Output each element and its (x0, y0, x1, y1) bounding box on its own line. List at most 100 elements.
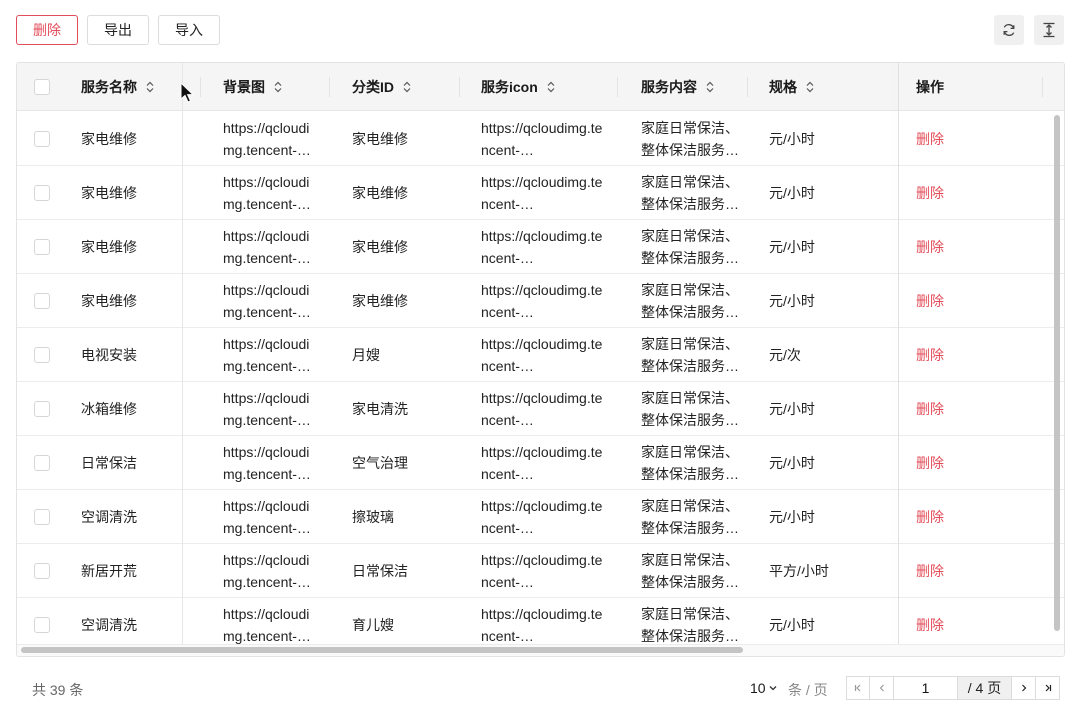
cell-line: https://qcloudi (223, 606, 310, 622)
row-checkbox[interactable] (34, 239, 50, 255)
cell-name: 家电维修 (81, 293, 137, 309)
cell-content: 家庭日常保洁、 整体保洁服务… (641, 436, 739, 490)
row-delete-link[interactable]: 删除 (916, 614, 944, 636)
cell-line: 家庭日常保洁、 (641, 444, 739, 460)
cell-line: mg.tencent-… (223, 304, 311, 320)
cell-line: https://qcloudimg.te (481, 498, 603, 514)
table-row[interactable]: 冰箱维修 https://qcloudi mg.tencent-… 家电清洗 https… (17, 382, 1064, 436)
cell-line: ncent-… (481, 142, 534, 158)
row-delete-link[interactable]: 删除 (916, 182, 944, 204)
row-delete-link[interactable]: 删除 (916, 560, 944, 582)
cell-op: 删除 (916, 436, 944, 490)
delete-button[interactable]: 删除 (16, 15, 78, 45)
refresh-icon (1003, 24, 1015, 36)
column-header-icon[interactable]: 服务icon (481, 63, 556, 111)
table-row[interactable]: 日常保洁 https://qcloudi mg.tencent-… 空气治理 https… (17, 436, 1064, 490)
row-checkbox[interactable] (34, 617, 50, 633)
cell-content: 家庭日常保洁、 整体保洁服务… (641, 112, 739, 166)
row-delete-link[interactable]: 删除 (916, 128, 944, 150)
table-row[interactable]: 家电维修 https://qcloudi mg.tencent-… 家电维修 https… (17, 166, 1064, 220)
density-button[interactable] (1034, 15, 1064, 45)
row-checkbox[interactable] (34, 401, 50, 417)
cell-line: https://qcloudimg.te (481, 606, 603, 622)
last-page-button[interactable] (1036, 676, 1060, 700)
cell-name: 家电维修 (81, 239, 137, 255)
row-checkbox[interactable] (34, 509, 50, 525)
cell-line: mg.tencent-… (223, 142, 311, 158)
sort-toggle[interactable] (805, 81, 815, 93)
column-header-content[interactable]: 服务内容 (641, 63, 715, 111)
horizontal-scrollbar-track (17, 644, 1064, 656)
header-separator (747, 77, 748, 97)
cell-line: https://qcloudimg.te (481, 390, 603, 406)
cell-line: 整体保洁服务… (641, 574, 739, 590)
cell-line: mg.tencent-… (223, 250, 311, 266)
horizontal-scrollbar[interactable] (21, 647, 743, 653)
cell-line: 整体保洁服务… (641, 196, 739, 212)
row-delete-link[interactable]: 删除 (916, 236, 944, 258)
cell-line: 整体保洁服务… (641, 520, 739, 536)
export-button[interactable]: 导出 (87, 15, 149, 45)
row-delete-link[interactable]: 删除 (916, 344, 944, 366)
service-table: 服务名称 背景图 分类ID 服务icon 服务内容 规格 操作 家电维修 https://qc… (16, 62, 1065, 657)
import-button[interactable]: 导入 (158, 15, 220, 45)
row-delete-link[interactable]: 删除 (916, 506, 944, 528)
column-header-label: 背景图 (223, 79, 265, 95)
row-delete-link[interactable]: 删除 (916, 398, 944, 420)
cell-line: https://qcloudimg.te (481, 444, 603, 460)
column-header-spec[interactable]: 规格 (769, 63, 815, 111)
cell-line: mg.tencent-… (223, 520, 311, 536)
select-all-checkbox[interactable] (34, 79, 50, 95)
cell-line: ncent-… (481, 520, 534, 536)
row-checkbox[interactable] (34, 347, 50, 363)
column-header-name[interactable]: 服务名称 (81, 63, 155, 111)
sort-toggle[interactable] (402, 81, 412, 93)
sort-toggle[interactable] (145, 81, 155, 93)
next-page-button[interactable] (1012, 676, 1036, 700)
page-size-select[interactable]: 10 (750, 680, 778, 696)
cell-line: mg.tencent-… (223, 466, 311, 482)
table-row[interactable]: 空调清洗 https://qcloudi mg.tencent-… 擦玻璃 https:… (17, 490, 1064, 544)
column-header-bg[interactable]: 背景图 (223, 63, 283, 111)
cell-line: ncent-… (481, 412, 534, 428)
cell-cat: 家电维修 (352, 131, 408, 147)
last-page-icon (1045, 684, 1051, 692)
cell-line: https://qcloudi (223, 282, 310, 298)
row-checkbox[interactable] (34, 293, 50, 309)
toolbar: 删除 导出 导入 (16, 15, 220, 45)
header-separator (459, 77, 460, 97)
table-row[interactable]: 电视安装 https://qcloudi mg.tencent-… 月嫂 https:/… (17, 328, 1064, 382)
cell-icon: https://qcloudimg.te ncent-… (481, 328, 602, 382)
cell-line: 家庭日常保洁、 (641, 336, 739, 352)
fixed-right-divider (898, 63, 899, 656)
column-header-label: 服务icon (481, 79, 538, 95)
column-height-icon (1043, 22, 1055, 38)
first-page-button[interactable] (846, 676, 870, 700)
row-delete-link[interactable]: 删除 (916, 290, 944, 312)
sort-toggle[interactable] (273, 81, 283, 93)
table-row[interactable]: 家电维修 https://qcloudi mg.tencent-… 家电维修 https… (17, 112, 1064, 166)
cell-spec: 元/小时 (769, 509, 815, 525)
sort-toggle[interactable] (546, 81, 556, 93)
sort-toggle[interactable] (705, 81, 715, 93)
row-checkbox[interactable] (34, 455, 50, 471)
table-row[interactable]: 家电维修 https://qcloudi mg.tencent-… 家电维修 https… (17, 220, 1064, 274)
row-checkbox[interactable] (34, 131, 50, 147)
row-checkbox[interactable] (34, 185, 50, 201)
table-row[interactable]: 新居开荒 https://qcloudi mg.tencent-… 日常保洁 https… (17, 544, 1064, 598)
column-header-cat[interactable]: 分类ID (352, 63, 412, 111)
cell-line: 家庭日常保洁、 (641, 552, 739, 568)
cell-spec: 元/小时 (769, 401, 815, 417)
cell-bg: https://qcloudi mg.tencent-… (223, 382, 311, 436)
cell-name: 日常保洁 (81, 455, 137, 471)
cell-op: 删除 (916, 112, 944, 166)
refresh-button[interactable] (994, 15, 1024, 45)
row-checkbox[interactable] (34, 563, 50, 579)
vertical-scrollbar[interactable] (1054, 115, 1060, 631)
prev-page-button[interactable] (870, 676, 894, 700)
row-delete-link[interactable]: 删除 (916, 452, 944, 474)
cell-cat: 家电清洗 (352, 401, 408, 417)
page-number-input[interactable]: 1 (894, 676, 958, 700)
sort-icon (403, 81, 411, 93)
table-row[interactable]: 家电维修 https://qcloudi mg.tencent-… 家电维修 https… (17, 274, 1064, 328)
